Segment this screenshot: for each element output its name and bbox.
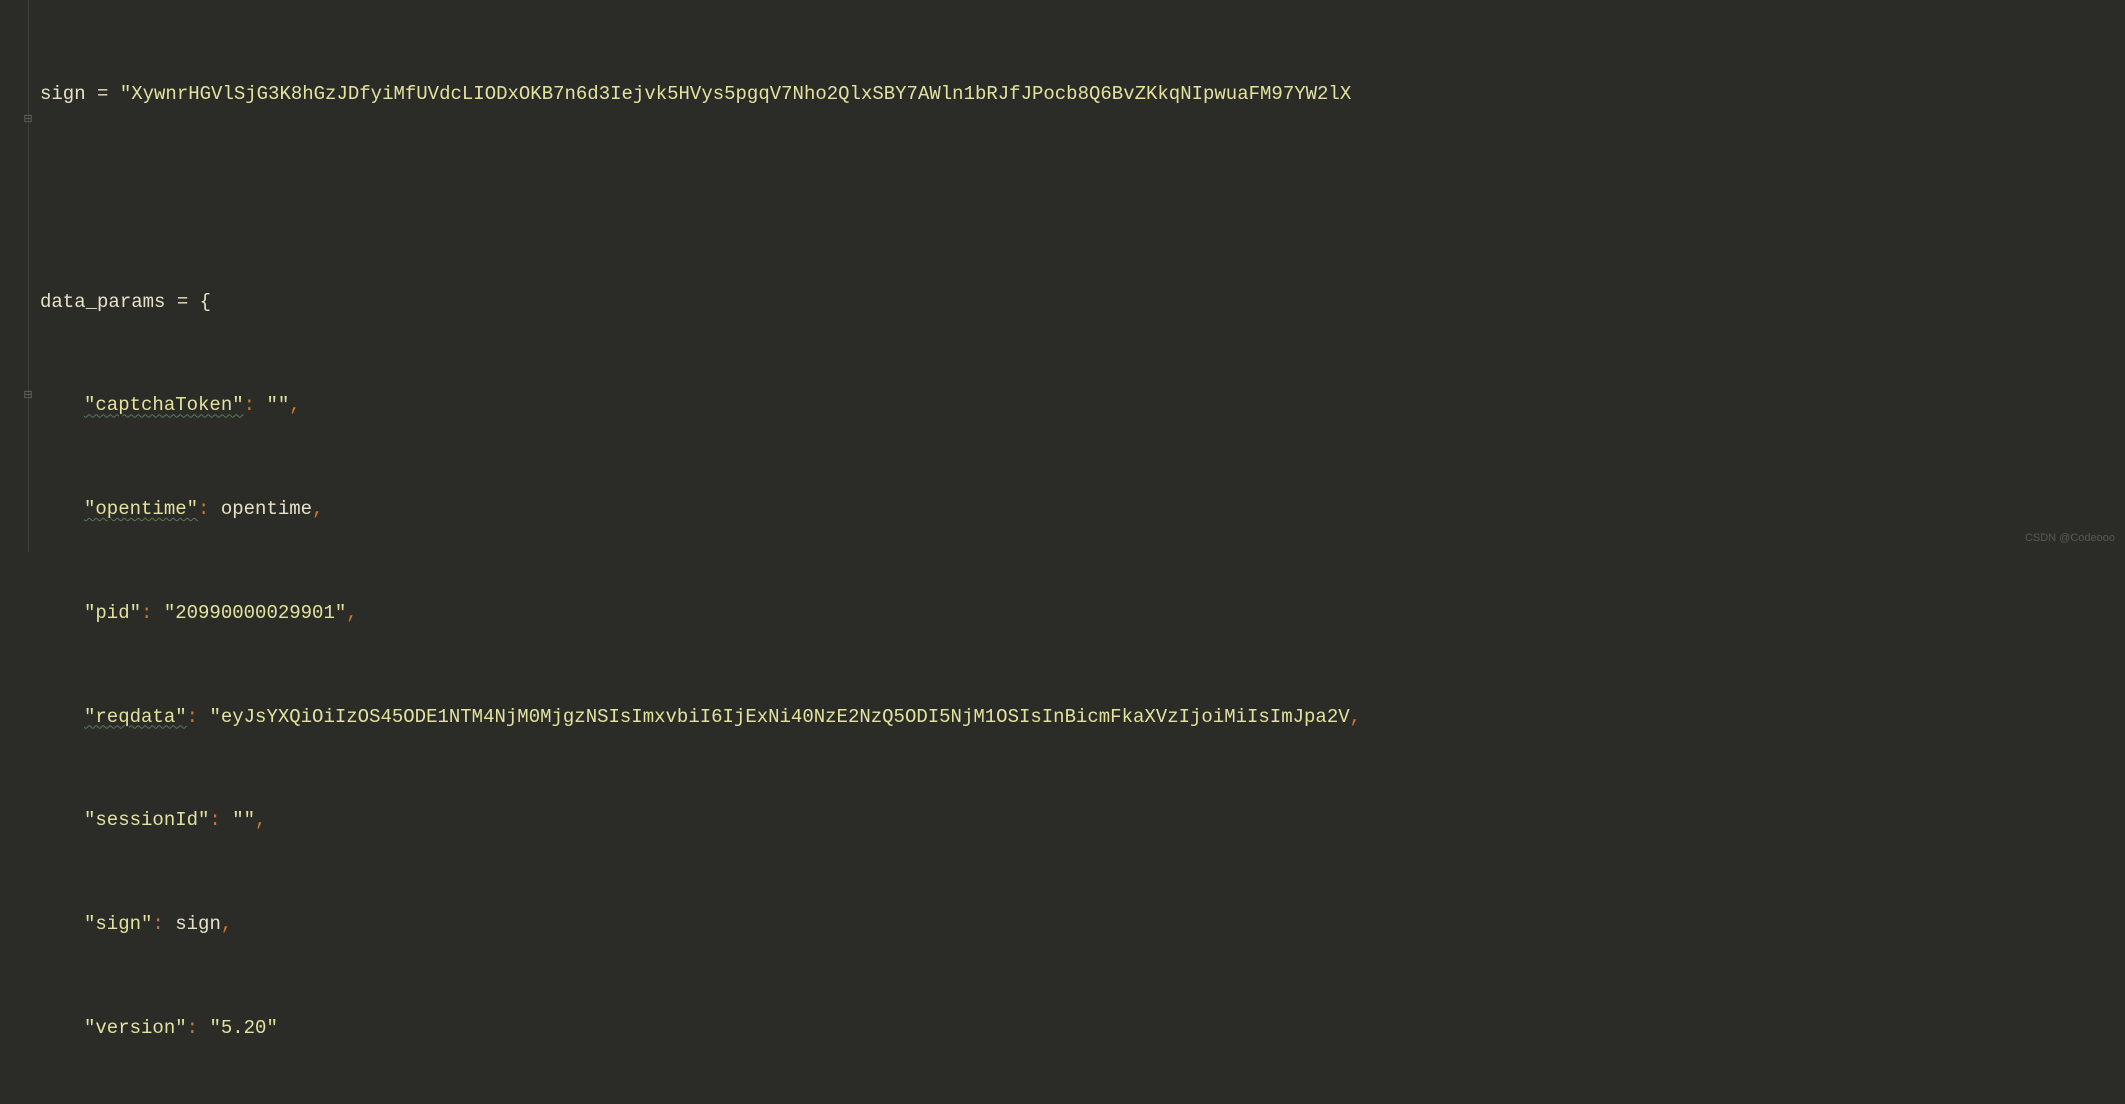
colon: : bbox=[244, 394, 267, 416]
dict-value: "eyJsYXQiOiIzOS45ODE1NTM4NjM0MjgzNSIsImx… bbox=[209, 706, 1349, 728]
code-line: "pid": "20990000029901", bbox=[40, 596, 1361, 631]
code-line: "opentime": opentime, bbox=[40, 492, 1361, 527]
editor-gutter: ⊟ ⊟ bbox=[0, 0, 38, 552]
colon: : bbox=[187, 1017, 210, 1039]
dict-key-sessionid: "sessionId" bbox=[84, 809, 209, 831]
dict-key-sign: "sign" bbox=[84, 913, 152, 935]
comma: , bbox=[312, 498, 323, 520]
dict-key-reqdata: "reqdata" bbox=[84, 706, 187, 728]
comma: , bbox=[289, 394, 300, 416]
dict-value-identifier: opentime bbox=[221, 498, 312, 520]
code-line: data_params = { bbox=[40, 285, 1361, 320]
colon: : bbox=[209, 809, 232, 831]
code-line: "version": "5.20" bbox=[40, 1011, 1361, 1046]
dict-value: "" bbox=[266, 394, 289, 416]
code-line: sign = "XywnrHGVlSjG3K8hGzJDfyiMfUVdcLIO… bbox=[40, 77, 1361, 112]
code-editor[interactable]: sign = "XywnrHGVlSjG3K8hGzJDfyiMfUVdcLIO… bbox=[40, 8, 1361, 1104]
comma: , bbox=[221, 913, 232, 935]
string-literal: "XywnrHGVlSjG3K8hGzJDfyiMfUVdcLIODxOKB7n… bbox=[120, 83, 1351, 105]
comma: , bbox=[255, 809, 266, 831]
assign-op: = bbox=[86, 83, 120, 105]
fold-open-icon[interactable]: ⊟ bbox=[22, 114, 34, 126]
gutter-line bbox=[28, 0, 29, 552]
colon: : bbox=[152, 913, 175, 935]
comma: , bbox=[1350, 706, 1361, 728]
open-brace: { bbox=[200, 291, 211, 313]
colon: : bbox=[187, 706, 210, 728]
fold-close-icon[interactable]: ⊟ bbox=[22, 390, 34, 402]
variable-data-params: data_params bbox=[40, 291, 165, 313]
code-line: "sessionId": "", bbox=[40, 803, 1361, 838]
code-line-empty bbox=[40, 181, 1361, 216]
dict-key-captchatoken: "captchaToken" bbox=[84, 394, 244, 416]
colon: : bbox=[141, 602, 164, 624]
dict-value: "5.20" bbox=[209, 1017, 277, 1039]
dict-key-pid: "pid" bbox=[84, 602, 141, 624]
code-line: "captchaToken": "", bbox=[40, 388, 1361, 423]
watermark: CSDN @Codeooo bbox=[2025, 528, 2115, 548]
assign-op: = bbox=[165, 291, 199, 313]
code-line: "sign": sign, bbox=[40, 907, 1361, 942]
dict-value-identifier: sign bbox=[175, 913, 221, 935]
variable-sign: sign bbox=[40, 83, 86, 105]
colon: : bbox=[198, 498, 221, 520]
dict-key-opentime: "opentime" bbox=[84, 498, 198, 520]
dict-value: "20990000029901" bbox=[164, 602, 346, 624]
dict-value: "" bbox=[232, 809, 255, 831]
dict-key-version: "version" bbox=[84, 1017, 187, 1039]
code-line: "reqdata": "eyJsYXQiOiIzOS45ODE1NTM4NjM0… bbox=[40, 700, 1361, 735]
comma: , bbox=[346, 602, 357, 624]
